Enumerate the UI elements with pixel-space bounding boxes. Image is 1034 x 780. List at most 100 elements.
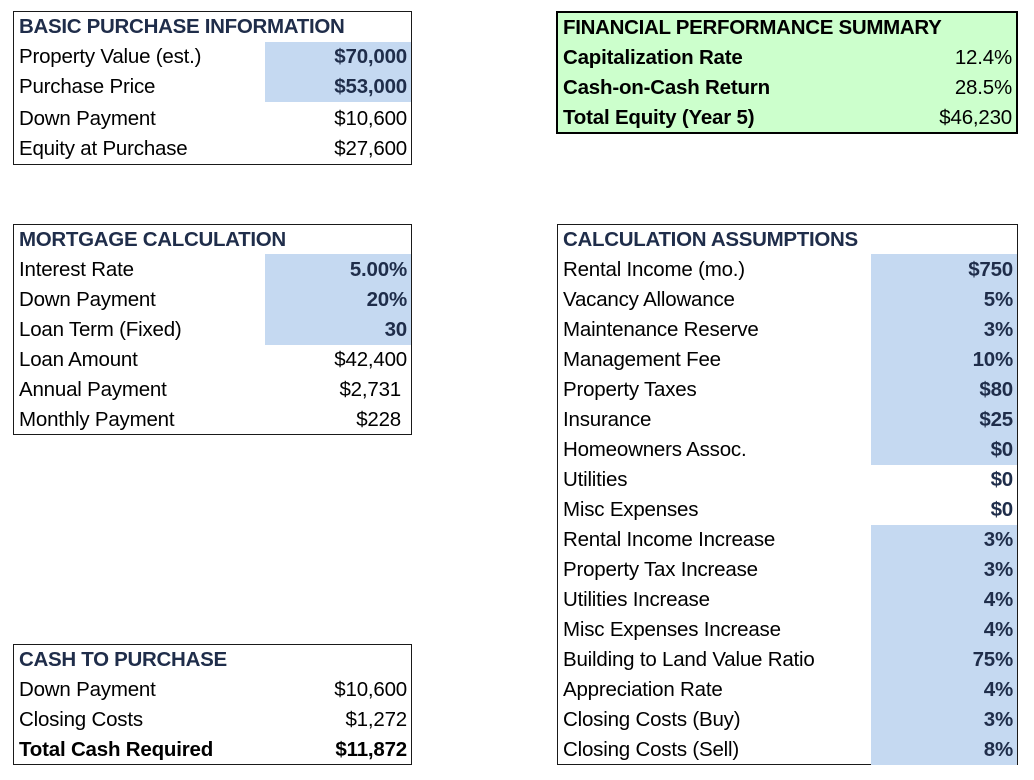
row-label: Annual Payment bbox=[19, 378, 167, 401]
row-label: Management Fee bbox=[563, 348, 721, 371]
section-header: CASH TO PURCHASE bbox=[14, 645, 411, 675]
table-row: Monthly Payment $228 bbox=[14, 405, 411, 435]
table-row: Utilities Increase 4% bbox=[558, 585, 1017, 615]
assumption-input[interactable]: 10% bbox=[973, 348, 1014, 372]
assumption-input[interactable]: 4% bbox=[984, 618, 1013, 642]
row-value: $10,600 bbox=[334, 107, 407, 130]
table-row: Property Taxes $80 bbox=[558, 375, 1017, 405]
row-label: Closing Costs (Buy) bbox=[563, 708, 741, 731]
row-label: Capitalization Rate bbox=[563, 46, 743, 69]
row-label: Utilities Increase bbox=[563, 588, 710, 611]
row-label: Rental Income (mo.) bbox=[563, 258, 745, 281]
table-row: Total Equity (Year 5) $46,230 bbox=[558, 103, 1016, 133]
row-value: $0 bbox=[990, 468, 1014, 491]
section-title: CASH TO PURCHASE bbox=[19, 648, 227, 671]
assumption-input[interactable]: 3% bbox=[984, 708, 1013, 732]
table-row: Appreciation Rate 4% bbox=[558, 675, 1017, 705]
table-row: Property Tax Increase 3% bbox=[558, 555, 1017, 585]
purchase-price-input[interactable]: $53,000 bbox=[334, 75, 407, 99]
assumption-input[interactable]: 3% bbox=[984, 318, 1013, 342]
table-row: Down Payment $10,600 bbox=[14, 675, 411, 705]
table-row: Down Payment $10,600 bbox=[14, 104, 411, 134]
row-value: $27,600 bbox=[334, 137, 407, 160]
down-payment-percent-input[interactable]: 20% bbox=[367, 288, 408, 312]
assumption-input[interactable]: 3% bbox=[984, 528, 1013, 552]
table-row: Rental Income Increase 3% bbox=[558, 525, 1017, 555]
section-header: FINANCIAL PERFORMANCE SUMMARY bbox=[558, 13, 1016, 43]
table-row: Interest Rate 5.00% bbox=[14, 255, 411, 285]
row-label: Misc Expenses bbox=[563, 498, 699, 521]
assumption-input[interactable]: 8% bbox=[984, 738, 1013, 762]
table-row: Insurance $25 bbox=[558, 405, 1017, 435]
cap-rate-value: 12.4% bbox=[954, 46, 1012, 69]
section-header: BASIC PURCHASE INFORMATION bbox=[14, 12, 411, 42]
table-row: Management Fee 10% bbox=[558, 345, 1017, 375]
section-header: MORTGAGE CALCULATION bbox=[14, 225, 411, 255]
assumption-input[interactable]: $25 bbox=[979, 408, 1013, 432]
assumption-input[interactable]: $0 bbox=[991, 438, 1014, 462]
table-row: Total Cash Required $11,872 bbox=[14, 735, 411, 765]
row-label: Property Taxes bbox=[563, 378, 697, 401]
row-label: Total Cash Required bbox=[19, 738, 214, 761]
row-label: Closing Costs (Sell) bbox=[563, 738, 739, 761]
row-label: Closing Costs bbox=[19, 708, 143, 731]
assumption-input[interactable]: 3% bbox=[984, 558, 1013, 582]
table-row: Loan Term (Fixed) 30 bbox=[14, 315, 411, 345]
row-value: $10,600 bbox=[334, 678, 407, 701]
assumption-input[interactable]: 4% bbox=[984, 678, 1013, 702]
row-label: Maintenance Reserve bbox=[563, 318, 759, 341]
row-value: $42,400 bbox=[334, 348, 407, 371]
row-label: Cash-on-Cash Return bbox=[563, 76, 770, 99]
row-value: $1,272 bbox=[345, 708, 407, 731]
assumption-input[interactable]: 5% bbox=[984, 288, 1013, 312]
table-row: Cash-on-Cash Return 28.5% bbox=[558, 73, 1016, 103]
total-cash-value: $11,872 bbox=[335, 738, 407, 761]
cash-on-cash-value: 28.5% bbox=[954, 76, 1012, 99]
table-row: Misc Expenses $0 bbox=[558, 495, 1017, 525]
financial-summary-section: FINANCIAL PERFORMANCE SUMMARY Capitaliza… bbox=[556, 11, 1018, 134]
table-row: Maintenance Reserve 3% bbox=[558, 315, 1017, 345]
row-label: Appreciation Rate bbox=[563, 678, 723, 701]
table-row: Equity at Purchase $27,600 bbox=[14, 134, 411, 164]
section-title: FINANCIAL PERFORMANCE SUMMARY bbox=[563, 16, 942, 39]
assumption-input[interactable]: 4% bbox=[984, 588, 1013, 612]
table-row: Homeowners Assoc. $0 bbox=[558, 435, 1017, 465]
loan-term-input[interactable]: 30 bbox=[385, 318, 408, 342]
assumption-input[interactable]: 75% bbox=[973, 648, 1014, 672]
row-value: $2,731 bbox=[339, 378, 401, 401]
table-row: Down Payment 20% bbox=[14, 285, 411, 315]
row-value: $228 bbox=[356, 408, 401, 431]
row-label: Down Payment bbox=[19, 288, 156, 311]
row-label: Loan Term (Fixed) bbox=[19, 318, 182, 341]
section-title: CALCULATION ASSUMPTIONS bbox=[563, 228, 858, 251]
assumption-input[interactable]: $80 bbox=[979, 378, 1013, 402]
row-label: Vacancy Allowance bbox=[563, 288, 735, 311]
table-row: Misc Expenses Increase 4% bbox=[558, 615, 1017, 645]
row-value: $0 bbox=[990, 498, 1014, 521]
table-row: Capitalization Rate 12.4% bbox=[558, 43, 1016, 73]
basic-purchase-section: BASIC PURCHASE INFORMATION Property Valu… bbox=[13, 11, 412, 165]
row-label: Interest Rate bbox=[19, 258, 134, 281]
interest-rate-input[interactable]: 5.00% bbox=[350, 258, 407, 282]
row-label: Monthly Payment bbox=[19, 408, 175, 431]
table-row: Utilities $0 bbox=[558, 465, 1017, 495]
table-row: Loan Amount $42,400 bbox=[14, 345, 411, 375]
table-row: Purchase Price $53,000 bbox=[14, 72, 411, 102]
section-title: BASIC PURCHASE INFORMATION bbox=[19, 15, 345, 38]
row-label: Down Payment bbox=[19, 678, 156, 701]
row-label: Utilities bbox=[563, 468, 628, 491]
property-value-input[interactable]: $70,000 bbox=[334, 45, 407, 69]
table-row: Vacancy Allowance 5% bbox=[558, 285, 1017, 315]
section-header: CALCULATION ASSUMPTIONS bbox=[558, 225, 1017, 255]
assumption-input[interactable]: $750 bbox=[968, 258, 1013, 282]
row-label: Loan Amount bbox=[19, 348, 138, 371]
table-row: Closing Costs (Sell) 8% bbox=[558, 735, 1017, 765]
row-label: Total Equity (Year 5) bbox=[563, 106, 755, 129]
row-label: Down Payment bbox=[19, 107, 156, 130]
row-label: Misc Expenses Increase bbox=[563, 618, 781, 641]
cash-to-purchase-section: CASH TO PURCHASE Down Payment $10,600 Cl… bbox=[13, 644, 412, 765]
table-row: Annual Payment $2,731 bbox=[14, 375, 411, 405]
section-title: MORTGAGE CALCULATION bbox=[19, 228, 286, 251]
row-label: Rental Income Increase bbox=[563, 528, 776, 551]
row-label: Purchase Price bbox=[19, 75, 156, 98]
